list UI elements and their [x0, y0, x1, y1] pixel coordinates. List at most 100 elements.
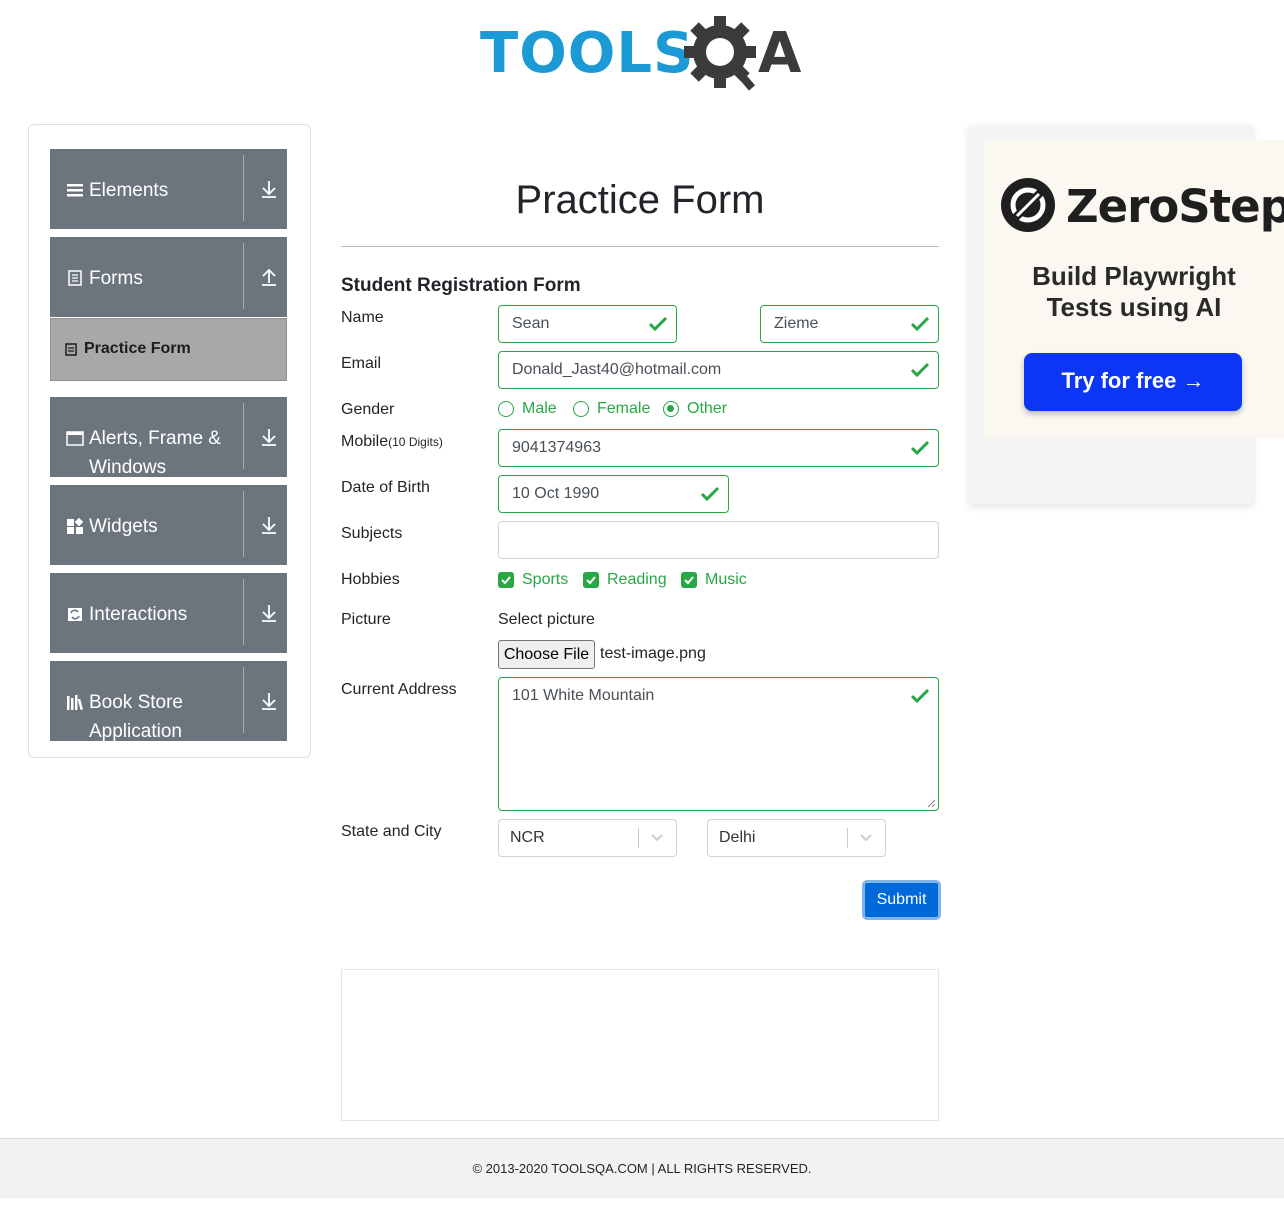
checkbox-checked: [681, 572, 697, 588]
widgets-icon: [67, 517, 84, 534]
sidebar-group-label: Interactions: [89, 604, 188, 625]
radio-circle-selected: [663, 401, 679, 417]
page-title: Practice Form: [515, 178, 765, 222]
radio-circle: [498, 401, 514, 417]
try-for-free-button[interactable]: Try for free →: [1024, 353, 1242, 411]
logo-text: TOOLS: [480, 26, 694, 82]
dob-value: 10 Oct 1990: [512, 485, 600, 502]
logo-a: A: [758, 21, 802, 86]
mobile-label: Mobile(10 Digits): [341, 433, 443, 451]
download-arrow-icon[interactable]: [260, 691, 278, 711]
divider: [243, 403, 244, 469]
mobile-label-text: Mobile: [341, 433, 389, 450]
mobile-value: 9041374963: [512, 439, 601, 456]
first-name-input[interactable]: Sean: [498, 305, 677, 343]
sidebar-group-elements[interactable]: Elements: [50, 149, 287, 229]
sidebar-item-practice-form[interactable]: Practice Form: [50, 318, 287, 381]
radio-circle: [573, 401, 589, 417]
state-value: NCR: [510, 829, 545, 846]
zerostep-logo-icon: [1001, 178, 1055, 232]
mobile-hint: (10 Digits): [388, 435, 443, 449]
email-value: Donald_Jast40@hotmail.com: [512, 361, 722, 378]
picture-label: Picture: [341, 611, 391, 628]
dob-label: Date of Birth: [341, 479, 430, 496]
sidebar: Elements Forms Practice Form Alerts, Fra…: [28, 124, 311, 758]
current-address-textarea[interactable]: 101 White Mountain: [498, 677, 939, 811]
upload-arrow-icon[interactable]: [260, 267, 278, 287]
sidebar-group-book-store[interactable]: Book Store Application: [50, 661, 287, 742]
form-icon: [65, 343, 77, 356]
ad-tagline-line2: Tests using AI: [1046, 292, 1222, 322]
checkbox-label: Sports: [522, 571, 569, 588]
mobile-input[interactable]: 9041374963: [498, 429, 939, 467]
city-value: Delhi: [719, 829, 756, 846]
checkbox-checked: [498, 572, 514, 588]
download-arrow-icon[interactable]: [260, 603, 278, 623]
gear-magnifier-icon: A: [684, 16, 802, 91]
last-name-input[interactable]: Zieme: [760, 305, 939, 343]
sidebar-group-label: Widgets: [89, 516, 158, 537]
download-arrow-icon[interactable]: [260, 179, 278, 199]
select-picture-label: Select picture: [498, 611, 595, 628]
radio-label: Male: [522, 400, 557, 417]
submit-button[interactable]: Submit: [862, 880, 941, 920]
hobbies-label: Hobbies: [341, 571, 400, 588]
title-divider: [341, 246, 939, 247]
select-separator: [847, 828, 848, 848]
valid-check-icon: [911, 440, 929, 456]
first-name-value: Sean: [512, 315, 550, 332]
ad-tagline: Build Playwright Tests using AI: [984, 261, 1284, 323]
dob-input[interactable]: 10 Oct 1990: [498, 475, 729, 513]
divider: [243, 579, 244, 645]
divider: [243, 155, 244, 221]
divider: [243, 667, 244, 733]
state-select[interactable]: NCR: [498, 819, 677, 857]
form-title: Student Registration Form: [341, 275, 581, 296]
file-name: test-image.png: [600, 645, 706, 662]
last-name-value: Zieme: [774, 315, 819, 332]
valid-check-icon: [911, 316, 929, 332]
document-icon: [68, 270, 82, 286]
sidebar-group-interactions[interactable]: Interactions: [50, 573, 287, 653]
ad-placeholder: [341, 969, 939, 1121]
chevron-down-icon: [651, 834, 663, 842]
sidebar-group-label: Alerts, Frame & Windows: [89, 428, 221, 478]
gender-label: Gender: [341, 401, 395, 418]
valid-check-icon: [649, 316, 667, 332]
sidebar-group-label: Elements: [89, 180, 169, 201]
resize-handle-icon[interactable]: [927, 799, 936, 808]
checkbox-label: Music: [705, 571, 747, 588]
download-arrow-icon[interactable]: [260, 515, 278, 535]
email-label: Email: [341, 355, 382, 372]
sidebar-item-label: Practice Form: [84, 340, 191, 357]
city-select[interactable]: Delhi: [707, 819, 886, 857]
footer: © 2013-2020 TOOLSQA.COM | ALL RIGHTS RES…: [0, 1138, 1284, 1198]
subjects-input[interactable]: [498, 521, 939, 559]
sidebar-group-widgets[interactable]: Widgets: [50, 485, 287, 565]
sidebar-group-label: Book Store Application: [89, 692, 183, 742]
ad-tagline-line1: Build Playwright: [1032, 261, 1236, 291]
email-input[interactable]: Donald_Jast40@hotmail.com: [498, 351, 939, 389]
divider: [243, 243, 244, 309]
zerostep-ad[interactable]: ZeroStep Build Playwright Tests using AI…: [984, 140, 1284, 438]
sidebar-group-alerts[interactable]: Alerts, Frame & Windows: [50, 397, 287, 478]
name-label: Name: [341, 309, 384, 326]
sidebar-group-forms[interactable]: Forms: [50, 237, 287, 317]
valid-check-icon: [911, 362, 929, 378]
radio-label: Other: [687, 400, 728, 417]
download-arrow-icon[interactable]: [260, 427, 278, 447]
toolsqa-logo[interactable]: TOOLS A: [480, 14, 806, 92]
select-separator: [638, 828, 639, 848]
sidebar-group-label: Forms: [89, 268, 143, 289]
choose-file-button[interactable]: Choose File: [498, 640, 595, 669]
chevron-down-icon: [860, 834, 872, 842]
divider: [243, 491, 244, 557]
window-icon: [66, 431, 84, 446]
state-city-label: State and City: [341, 823, 442, 840]
subjects-label: Subjects: [341, 525, 403, 542]
logo-tools-text: TOOLS: [480, 21, 695, 86]
list-icon: [67, 184, 83, 197]
valid-check-icon: [911, 688, 929, 704]
books-icon: [67, 695, 84, 711]
checkbox-label: Reading: [607, 571, 667, 588]
